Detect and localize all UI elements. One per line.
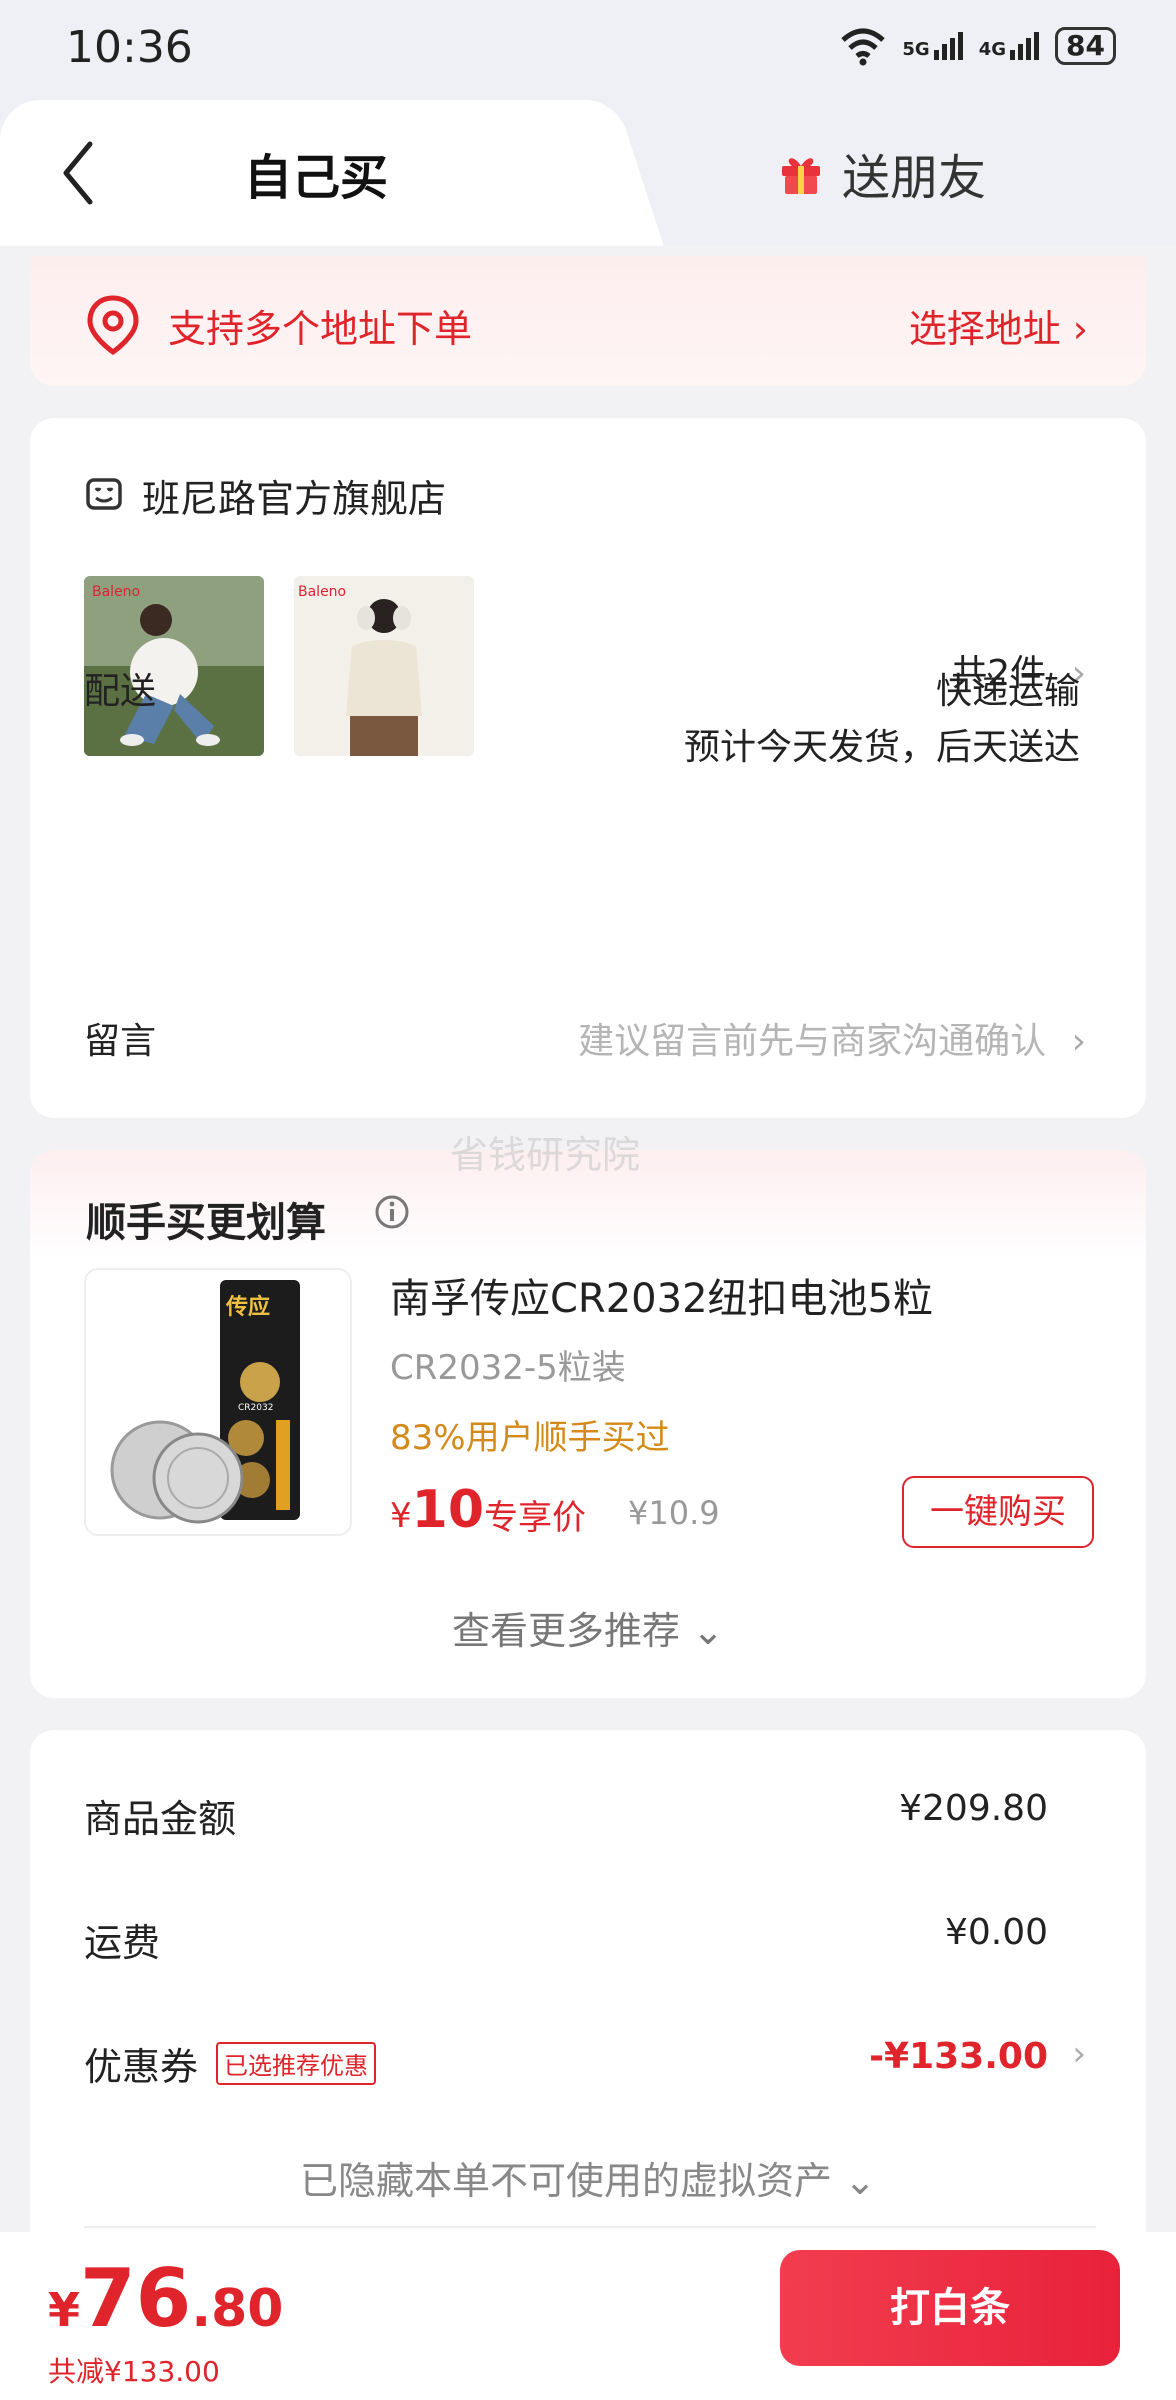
address-banner[interactable]: 支持多个地址下单 选择地址 › [30,256,1146,386]
select-address-link[interactable]: 选择地址 › [909,298,1088,353]
store-card: 班尼路官方旗舰店 Baleno Baleno 共2件 › 配送 快递运输 预计今… [30,418,1146,1118]
price-value: 10 [411,1480,485,1540]
store-name: 班尼路官方旗舰店 [142,477,447,521]
chevron-right-icon[interactable]: › [1072,2034,1086,2074]
location-pin-icon [87,295,139,356]
order-summary-card: 商品金额 ¥209.80 运费 ¥0.00 优惠券 已选推荐优惠 -¥133.0… [30,1730,1146,2290]
delivery-eta: 预计今天发货，后天送达 [683,727,1080,768]
package-brand-text: 传应 [225,1294,270,1320]
status-bar: 10:36 5G 4G 84 [0,0,1176,100]
store-icon [86,478,122,510]
recommend-product-image[interactable]: 传应 CR2032 [84,1268,352,1536]
more-recommendations-link[interactable]: 查看更多推荐 ⌄ [30,1600,1146,1655]
goods-amount-label: 商品金额 [84,1797,237,1841]
exclusive-price-tag: 专享价 [484,1498,586,1538]
multi-address-text: 支持多个地址下单 [168,307,473,351]
total-currency: ¥ [48,2283,81,2337]
coupon-value[interactable]: -¥133.00 [869,2036,1048,2077]
tab-self-buy[interactable]: 自己买 [244,138,388,208]
total-decimal: .80 [191,2279,284,2339]
tab-header: 自己买 送朋友 [0,100,1176,246]
pay-with-baitiao-button[interactable]: 打白条 [780,2250,1120,2366]
goods-amount-value: ¥209.80 [899,1788,1048,1829]
total-discount: 共减¥133.00 [48,2355,220,2388]
product-thumbnail-2[interactable]: Baleno [294,576,474,756]
chevron-right-icon: › [1071,1021,1086,1062]
signal-4g-icon: 4G [978,32,1040,60]
battery-package-image: 传应 CR2032 [110,1280,300,1524]
original-price: ¥10.9 [628,1494,720,1532]
one-click-buy-button[interactable]: 一键购买 [902,1476,1094,1548]
coupon-tag: 已选推荐优惠 [216,2042,376,2085]
delivery-label: 配送 [84,671,157,712]
recommend-title: 顺手买更划算 [86,1200,326,1246]
brand-logo-2: Baleno [298,584,346,600]
divider [84,2226,1096,2228]
back-arrow-icon[interactable] [58,140,98,206]
shipping-value: ¥0.00 [944,1912,1048,1953]
recommend-product-name[interactable]: 南孚传应CR2032纽扣电池5粒 [390,1266,933,1324]
signal-5g-icon: 5G [902,32,963,60]
recommend-price: ¥10 [390,1480,484,1540]
recommend-product-spec: CR2032-5粒装 [390,1348,626,1388]
delivery-method: 快递运输 [935,671,1080,712]
watermark: 省钱研究院 [450,1133,641,1177]
gift-icon [782,158,820,194]
signal-5g-label: 5G [902,39,930,60]
package-model-text: CR2032 [238,1403,273,1413]
recommendation-card: 顺手买更划算 传应 CR2032 南孚传应CR2032纽扣电池5粒 CR2032… [30,1150,1146,1698]
message-input[interactable]: 建议留言前先与商家沟通确认 › [578,1012,1086,1064]
message-placeholder: 建议留言前先与商家沟通确认 [578,1021,1047,1062]
status-icons: 5G 4G 84 [840,26,1116,66]
tab-gift-friend[interactable]: 送朋友 [778,138,986,208]
total-int: 76 [80,2252,192,2345]
info-icon[interactable] [374,1194,410,1230]
coupon-label: 优惠券 [84,2045,199,2089]
price-currency: ¥ [390,1496,412,1536]
hidden-assets-toggle[interactable]: 已隐藏本单不可使用的虚拟资产 ⌄ [30,2150,1146,2205]
signal-4g-label: 4G [978,39,1007,60]
checkout-bar: ¥76.80 共减¥133.00 打白条 [0,2232,1176,2400]
product-photo-jacket: Baleno [294,576,474,756]
wifi-icon [841,28,886,66]
tab-gift-label: 送朋友 [842,150,987,206]
brand-logo-1: Baleno [92,584,140,600]
total-price: ¥76.80 [48,2252,283,2345]
battery-icon: 84 [1055,27,1116,65]
shipping-label: 运费 [84,1921,161,1965]
recommend-bought-rate: 83%用户顺手买过 [390,1418,670,1458]
status-time: 10:36 [66,22,193,73]
message-label: 留言 [84,1021,157,1062]
